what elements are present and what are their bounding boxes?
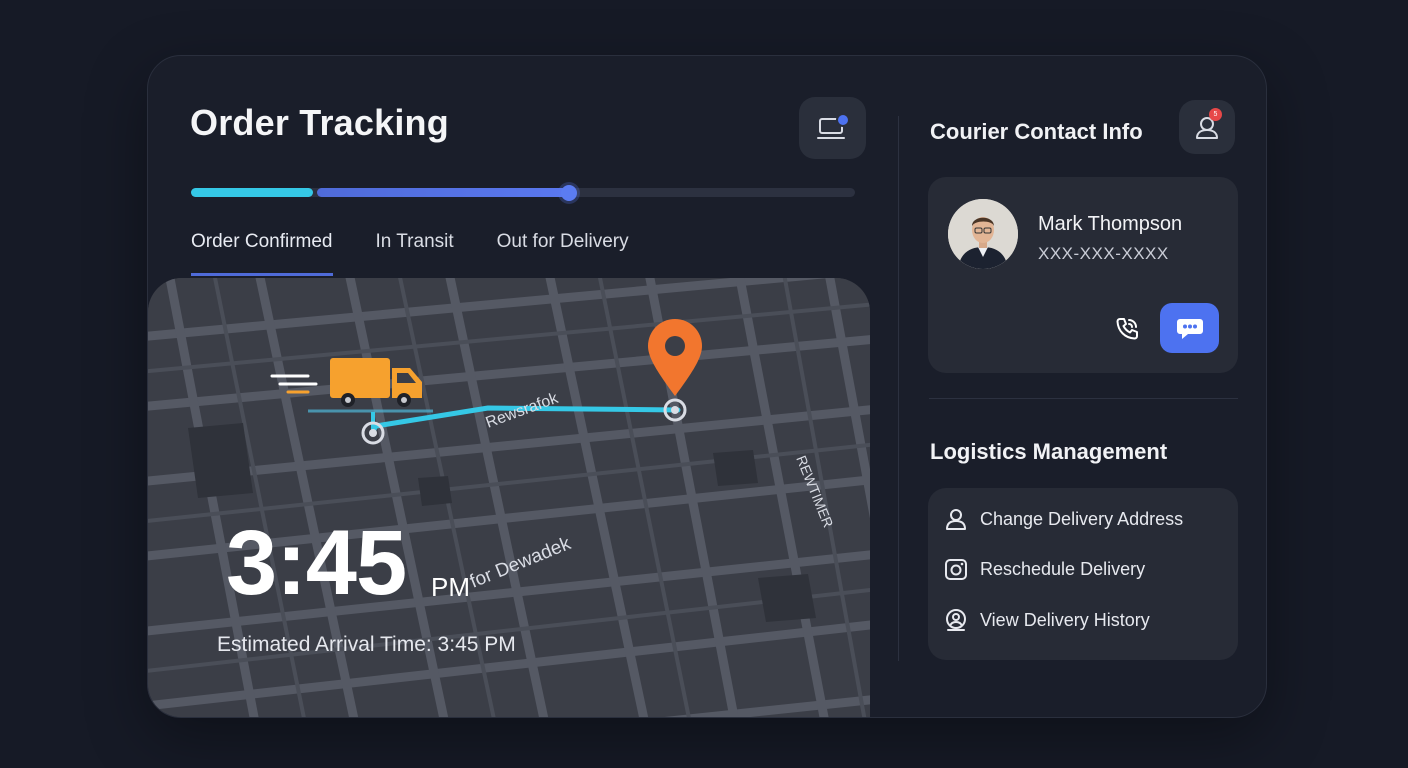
- courier-name: Mark Thompson: [1038, 213, 1183, 235]
- panel-divider: [898, 116, 899, 661]
- view-delivery-history-item[interactable]: View Delivery History: [944, 608, 1150, 632]
- tab-in-transit[interactable]: In Transit: [376, 231, 454, 276]
- progress-segment-confirmed: [191, 188, 313, 197]
- courier-section-title: Courier Contact Info: [930, 119, 1143, 144]
- notifications-button[interactable]: 5: [1179, 100, 1235, 154]
- page-title: Order Tracking: [190, 102, 449, 143]
- eta-ampm: PM: [431, 572, 470, 602]
- progress-knob[interactable]: [561, 185, 577, 201]
- chat-bubble-icon: [1176, 319, 1203, 339]
- change-delivery-address-label: Change Delivery Address: [980, 508, 1184, 529]
- view-delivery-history-label: View Delivery History: [980, 609, 1150, 630]
- calendar-icon: [945, 559, 967, 580]
- device-icon: [816, 113, 850, 139]
- user-icon: [946, 509, 966, 530]
- tab-order-confirmed[interactable]: Order Confirmed: [191, 231, 333, 276]
- progress-bar: [191, 188, 855, 197]
- courier-phone: XXX-XXX-XXXX: [1038, 244, 1169, 263]
- logistics-menu: Change Delivery Address Reschedule Deliv…: [928, 488, 1238, 660]
- notification-badge: 5: [1209, 108, 1222, 121]
- courier-contact-card: Mark Thompson XXX-XXX-XXXX: [928, 177, 1238, 373]
- change-delivery-address-item[interactable]: Change Delivery Address: [944, 507, 1183, 531]
- courier-avatar: [948, 199, 1018, 269]
- section-divider: [929, 398, 1238, 399]
- reschedule-delivery-item[interactable]: Reschedule Delivery: [944, 557, 1145, 581]
- progress-segment-transit: [317, 188, 569, 197]
- eta-time: 3:45: [226, 512, 407, 614]
- status-tabs: Order Confirmed In Transit Out for Deliv…: [191, 231, 672, 276]
- call-button[interactable]: [1112, 314, 1142, 344]
- reschedule-delivery-label: Reschedule Delivery: [980, 558, 1146, 579]
- tab-out-for-delivery[interactable]: Out for Delivery: [497, 231, 629, 276]
- history-icon: [946, 609, 966, 631]
- phone-icon: [1116, 318, 1138, 340]
- order-tracking-card: Order Tracking Order Confirmed In Transi…: [147, 55, 1267, 718]
- device-button[interactable]: [799, 97, 866, 159]
- eta-label: Estimated Arrival Time: 3:45 PM: [217, 633, 516, 656]
- message-button[interactable]: [1160, 303, 1219, 353]
- logistics-section-title: Logistics Management: [930, 439, 1168, 464]
